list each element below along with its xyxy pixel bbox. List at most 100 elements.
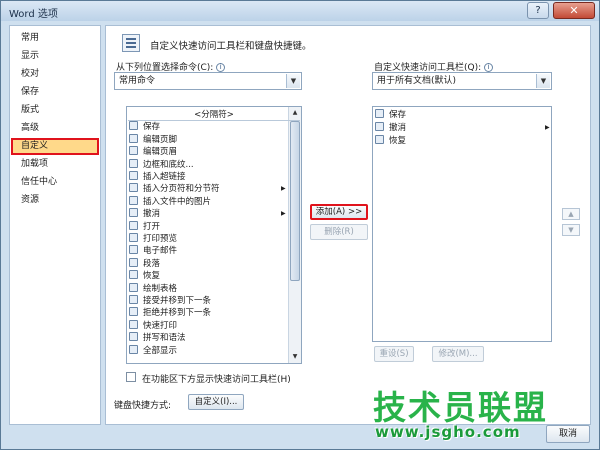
spelling-icon: [129, 332, 138, 342]
command-label: 打开: [143, 221, 161, 232]
reject-icon: [129, 307, 138, 317]
choose-from-value: 常用命令: [119, 76, 156, 86]
commands-list[interactable]: ▲ ▼ <分隔符> 保存 编辑页脚 编辑页眉 边框和底纹... 插入超链接 插入分页符和分节…: [126, 106, 302, 364]
command-item[interactable]: 撤消 ▶: [129, 208, 286, 220]
command-item[interactable]: 拼写和语法: [129, 332, 186, 344]
header-icon: [129, 146, 138, 156]
sidebar-item[interactable]: 高级: [11, 120, 99, 137]
help-button[interactable]: ?: [527, 2, 549, 19]
command-item[interactable]: 编辑页眉: [129, 146, 177, 158]
command-item[interactable]: 拒绝并移到下一条: [129, 307, 211, 319]
draw-table-icon: [129, 282, 138, 292]
footer-icon: [129, 133, 138, 143]
command-item[interactable]: 插入文件中的图片: [129, 195, 212, 208]
title-bar: Word 选项 ? ✕: [1, 1, 599, 21]
command-label: 撤消: [143, 209, 161, 220]
panel-header: 自定义快速访问工具栏和键盘快捷键。: [150, 41, 312, 52]
reset-button[interactable]: 重设(S): [374, 346, 414, 362]
customize-shortcuts-button[interactable]: 自定义(I)...: [188, 394, 244, 410]
command-label: 接受并移到下一条: [143, 296, 212, 306]
show-below-ribbon-label: 在功能区下方显示快速访问工具栏(H): [142, 375, 291, 385]
command-item[interactable]: 全部显示: [129, 344, 178, 357]
watermark-logo: 技术员联盟 www.jsgho.com: [373, 381, 558, 449]
submenu-arrow-icon: ▶: [545, 124, 550, 131]
chevron-down-icon[interactable]: ▼: [536, 74, 550, 88]
scroll-down-icon[interactable]: ▼: [289, 351, 301, 363]
close-button[interactable]: ✕: [553, 2, 595, 19]
show-below-ribbon-checkbox[interactable]: [126, 372, 136, 382]
sidebar-item[interactable]: 加载项: [11, 156, 99, 173]
qat-label: 撤消: [389, 123, 407, 133]
command-label: 打印预览: [143, 234, 178, 244]
add-button[interactable]: 添加(A) >>: [310, 204, 368, 220]
word-options-dialog: Word 选项 ? ✕ 常用 显示 校对 保存 版式 高级 自定义 加载项 信任中心 资源 自定义…: [0, 0, 600, 450]
command-label: 快速打印: [143, 320, 178, 331]
command-label: 全部显示: [143, 345, 178, 356]
undo-icon: [129, 208, 138, 218]
command-item[interactable]: 恢复: [129, 270, 160, 282]
commands-scrollbar[interactable]: ▲ ▼: [288, 107, 301, 363]
print-preview-icon: [129, 233, 138, 242]
submenu-arrow-icon: ▶: [281, 210, 286, 218]
sidebar-item[interactable]: 显示: [11, 48, 99, 65]
command-label: 插入分页符和分节符: [143, 184, 220, 195]
command-item[interactable]: 插入分页符和分节符 ▶: [129, 183, 286, 195]
sidebar-item[interactable]: 常用: [11, 30, 99, 47]
redo-icon: [375, 135, 384, 144]
command-label: 编辑页脚: [143, 134, 178, 145]
remove-button[interactable]: 删除(R): [310, 224, 368, 240]
sidebar-item[interactable]: 资源: [11, 192, 99, 209]
command-item[interactable]: 绘制表格: [129, 282, 178, 295]
command-item[interactable]: 插入超链接: [129, 171, 186, 183]
show-all-icon: [129, 344, 138, 354]
command-item[interactable]: 打开: [129, 220, 161, 233]
redo-icon: [129, 270, 138, 280]
email-icon: [129, 245, 138, 255]
scroll-thumb[interactable]: [290, 121, 300, 281]
page-break-icon: [129, 183, 138, 193]
modify-button[interactable]: 修改(M)...: [432, 346, 484, 362]
command-item[interactable]: 段落: [129, 257, 161, 270]
command-label: 插入文件中的图片: [143, 196, 212, 207]
window-title: Word 选项: [9, 9, 58, 20]
qat-item[interactable]: 保存: [375, 109, 406, 121]
choose-from-select[interactable]: 常用命令 ▼: [114, 72, 302, 90]
qat-item[interactable]: 恢复: [375, 135, 406, 147]
separator-item[interactable]: <分隔符>: [128, 109, 300, 121]
move-down-icon[interactable]: ▼: [562, 224, 580, 236]
sidebar-item[interactable]: 信任中心: [11, 174, 99, 191]
qat-label: 保存: [389, 110, 407, 120]
command-label: 编辑页眉: [143, 147, 178, 158]
command-label: 插入超链接: [143, 172, 186, 182]
chevron-down-icon[interactable]: ▼: [286, 74, 300, 88]
borders-icon: [129, 158, 138, 168]
undo-icon: [375, 122, 384, 131]
command-label: 边框和底纹...: [143, 159, 194, 170]
keyboard-shortcuts-label: 键盘快捷方式:: [114, 401, 172, 411]
command-item[interactable]: 接受并移到下一条: [129, 295, 211, 307]
command-item[interactable]: 边框和底纹...: [129, 158, 194, 171]
command-item[interactable]: 快速打印: [129, 319, 178, 332]
command-label: 段落: [143, 258, 161, 269]
sidebar-item[interactable]: 校对: [11, 66, 99, 83]
command-item[interactable]: 保存: [129, 121, 160, 133]
command-label: 拒绝并移到下一条: [143, 308, 212, 319]
customize-panel: 自定义快速访问工具栏和键盘快捷键。 从下列位置选择命令(C): i 常用命令 ▼…: [105, 25, 591, 425]
submenu-arrow-icon: ▶: [281, 185, 286, 193]
save-icon: [375, 109, 384, 118]
command-label: 绘制表格: [143, 283, 178, 294]
watermark-text: 技术员联盟: [373, 388, 548, 427]
qat-item[interactable]: 撤消 ▶: [375, 122, 550, 134]
sidebar-item[interactable]: 版式: [11, 102, 99, 119]
qat-list[interactable]: 保存撤消 ▶ 恢复: [372, 106, 552, 342]
command-item[interactable]: 打印预览: [129, 233, 177, 245]
sidebar-item[interactable]: 自定义: [11, 138, 99, 155]
sidebar-item[interactable]: 保存: [11, 84, 99, 101]
command-label: 电子邮件: [143, 246, 178, 257]
options-sidebar: 常用 显示 校对 保存 版式 高级 自定义 加载项 信任中心 资源: [9, 25, 101, 425]
command-item[interactable]: 编辑页脚: [129, 133, 178, 146]
quick-print-icon: [129, 319, 138, 329]
customize-qat-select[interactable]: 用于所有文档(默认) ▼: [372, 72, 552, 90]
move-up-icon[interactable]: ▲: [562, 208, 580, 220]
command-item[interactable]: 电子邮件: [129, 245, 177, 257]
